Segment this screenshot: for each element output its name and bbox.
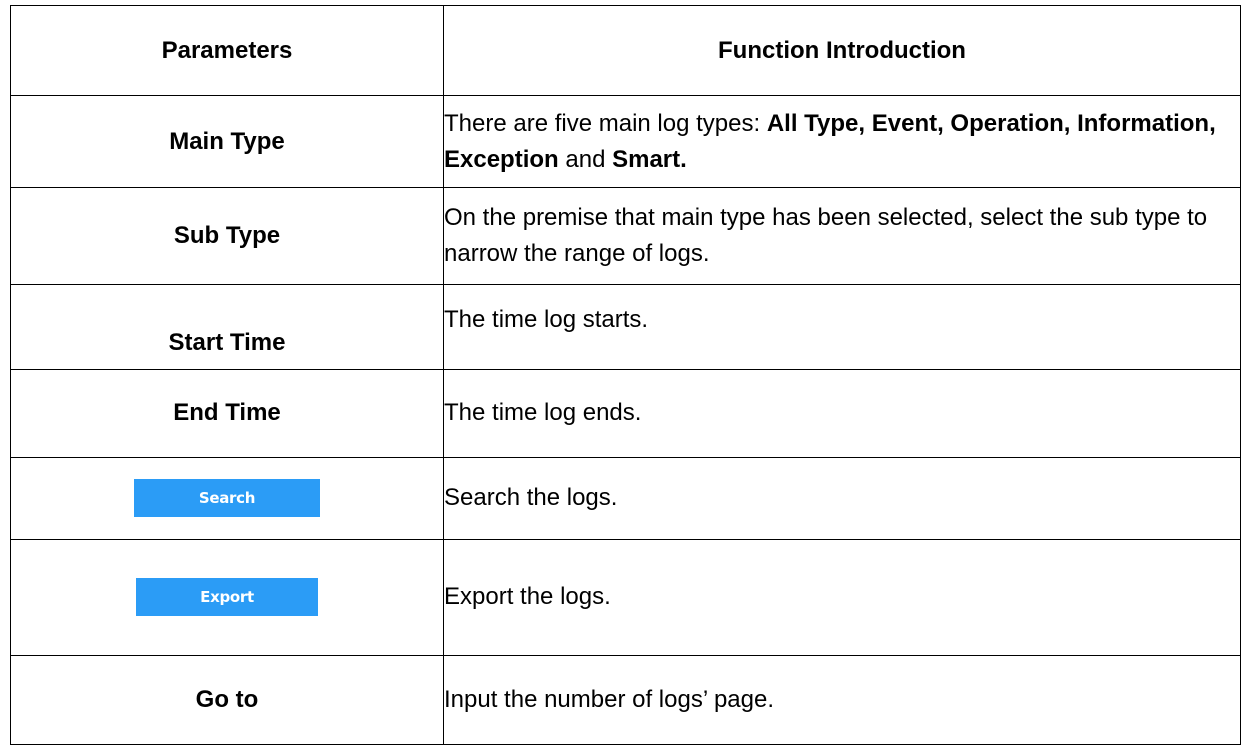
param-export: Export <box>10 538 444 656</box>
header-parameters: Parameters <box>10 4 444 97</box>
desc-start-time-text: The time log starts. <box>444 306 649 334</box>
param-main-type: Main Type <box>10 95 444 189</box>
param-go-to: Go to <box>10 654 444 746</box>
table-row: End Time The time log ends. <box>10 368 1241 458</box>
parameters-table: Parameters Function Introduction Main Ty… <box>10 4 1241 746</box>
param-search: Search <box>10 456 444 540</box>
desc-search: Search the logs. <box>443 456 1241 540</box>
table-row: Go to Input the number of logs’ page. <box>10 654 1241 746</box>
param-sub-type: Sub Type <box>10 187 444 286</box>
table-row: Main Type There are five main log types:… <box>10 95 1241 189</box>
param-start-time: Start Time <box>10 284 444 370</box>
table-row: Export Export the logs. <box>10 538 1241 656</box>
desc-main-type: There are five main log types: All Type,… <box>443 95 1241 189</box>
desc-main-type-types-b: Smart. <box>612 145 687 173</box>
desc-start-time: The time log starts. <box>443 284 1241 370</box>
desc-sub-type: On the premise that main type has been s… <box>443 187 1241 286</box>
desc-main-type-conj: and <box>558 145 613 173</box>
desc-export: Export the logs. <box>443 538 1241 656</box>
export-button[interactable]: Export <box>136 578 318 617</box>
header-function-introduction: Function Introduction <box>443 4 1241 97</box>
desc-go-to: Input the number of logs’ page. <box>443 654 1241 746</box>
desc-main-type-lead: There are five main log types: <box>444 109 767 137</box>
table-row: Search Search the logs. <box>10 456 1241 540</box>
param-end-time: End Time <box>10 368 444 458</box>
search-button[interactable]: Search <box>134 479 320 518</box>
param-start-time-label: Start Time <box>168 328 286 356</box>
table-header-row: Parameters Function Introduction <box>10 4 1241 97</box>
table-row: Start Time The time log starts. <box>10 284 1241 370</box>
table-row: Sub Type On the premise that main type h… <box>10 187 1241 286</box>
desc-end-time: The time log ends. <box>443 368 1241 458</box>
